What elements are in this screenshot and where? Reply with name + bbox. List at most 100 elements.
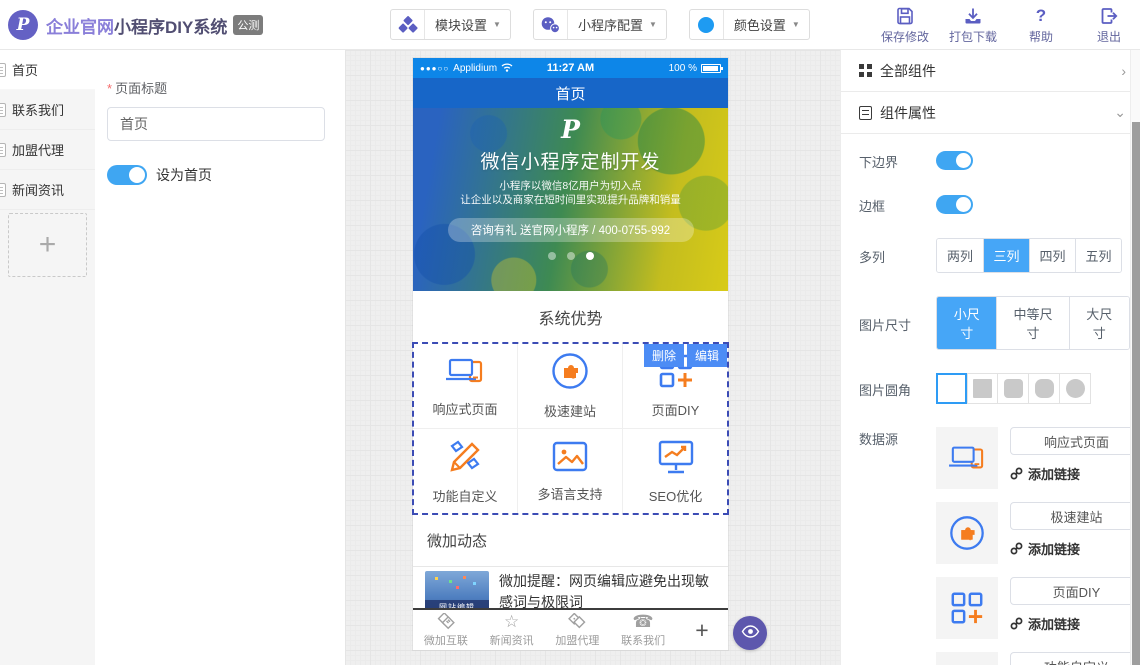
page-icon [0, 63, 6, 77]
size-option-small-selected[interactable]: 小尺寸 [937, 297, 996, 349]
page-title-label: *页面标题 [107, 78, 325, 97]
col-option-5[interactable]: 五列 [1075, 239, 1121, 272]
size-option-large[interactable]: 大尺寸 [1069, 297, 1129, 349]
page-diy-icon [936, 577, 998, 639]
carousel-dot[interactable] [567, 252, 575, 260]
banner-carousel[interactable]: P 微信小程序定制开发 小程序以微信8亿用户为切入点 让企业以及商家在短时间里实… [413, 108, 728, 291]
radius-option-circle[interactable] [1060, 373, 1091, 404]
add-link-button[interactable]: 添加链接 [1010, 614, 1140, 633]
multi-col-label: 多列 [859, 245, 936, 266]
news-item[interactable]: 网站编辑 微加提醒：网页编辑应避免出现敏感词与极限词 [413, 567, 728, 608]
carousel-dots [413, 252, 728, 260]
page-title-input[interactable] [107, 107, 325, 141]
img-radius-label: 图片圆角 [859, 378, 936, 399]
responsive-icon [936, 427, 998, 489]
datasource-item: 添加链接 [936, 427, 1140, 489]
phone-tabbar: 微加互联 ☆ 新闻资讯 加盟代理 ☎ 联系我们 + [413, 610, 728, 650]
carousel-dot[interactable] [548, 252, 556, 260]
inspector-panel: 全部组件 › 组件属性 ⌄ 下边界 边框 多列 两列 三列 四列 [840, 50, 1140, 665]
chevron-down-icon: ⌄ [1114, 104, 1126, 121]
tags-icon [567, 612, 587, 631]
download-label: 打包下载 [949, 28, 997, 45]
radius-option-0[interactable] [967, 373, 998, 404]
size-option-medium[interactable]: 中等尺寸 [996, 297, 1068, 349]
add-page-button[interactable]: + [8, 213, 87, 277]
save-icon [896, 6, 914, 26]
status-time: 11:27 AM [520, 62, 620, 74]
radius-option-square-selected[interactable] [936, 373, 967, 404]
page-icon [0, 143, 6, 157]
save-label: 保存修改 [881, 28, 929, 45]
toolbar: 模块设置 ▼ 小程序配置 ▼ 颜色设置 ▼ [390, 9, 810, 40]
phone-statusbar: ●●●○○ Applidium 11:27 AM 100 % [413, 58, 728, 78]
page-icon [0, 183, 6, 197]
miniprogram-config-label: 小程序配置 [568, 15, 649, 34]
sidebar-item-home[interactable]: 首页 [0, 50, 95, 90]
caret-down-icon: ▼ [792, 20, 809, 29]
tab-agency[interactable]: 加盟代理 [545, 612, 611, 648]
col-option-2[interactable]: 两列 [937, 239, 983, 272]
exit-button[interactable]: 退出 [1084, 6, 1134, 45]
preview-canvas: ●●●○○ Applidium 11:27 AM 100 % 首页 P 微信小 [345, 50, 840, 665]
banner-subtitle: 小程序以微信8亿用户为切入点 让企业以及商家在短时间里实现提升品牌和销量 [413, 179, 728, 207]
sidebar-item-label: 联系我们 [12, 100, 64, 119]
add-link-button[interactable]: 添加链接 [1010, 464, 1140, 483]
component-props-header[interactable]: 组件属性 ⌄ [841, 92, 1140, 134]
plus-icon: + [695, 617, 708, 644]
sidebar-item-agency[interactable]: 加盟代理 [0, 130, 95, 170]
color-settings-button[interactable]: 颜色设置 ▼ [689, 9, 810, 40]
col-option-4[interactable]: 四列 [1029, 239, 1075, 272]
tab-brand[interactable]: 微加互联 [413, 612, 479, 648]
help-label: 帮助 [1029, 28, 1053, 45]
help-button[interactable]: ? 帮助 [1016, 6, 1066, 45]
vertical-scrollbar[interactable] [1130, 50, 1140, 665]
page-icon [0, 103, 6, 117]
datasource-title-input[interactable] [1010, 577, 1140, 605]
component-selection-outline[interactable]: 删除 编辑 [412, 342, 729, 515]
radius-option-medium[interactable] [1029, 373, 1060, 404]
scrollbar-thumb[interactable] [1132, 122, 1140, 665]
add-link-button[interactable]: 添加链接 [1010, 539, 1140, 558]
tab-add-button[interactable]: + [676, 617, 728, 644]
datasource-label: 数据源 [859, 427, 936, 448]
img-size-label: 图片尺寸 [859, 313, 936, 334]
tab-contact[interactable]: ☎ 联系我们 [610, 612, 676, 648]
save-button[interactable]: 保存修改 [880, 6, 930, 45]
datasource-title-input[interactable] [1010, 502, 1140, 530]
col-option-3-selected[interactable]: 三列 [983, 239, 1029, 272]
multi-col-segmented: 两列 三列 四列 五列 [936, 238, 1122, 273]
news-section-title: 微加动态 [413, 514, 728, 567]
sidebar-item-contact[interactable]: 联系我们 [0, 90, 95, 130]
download-button[interactable]: 打包下载 [948, 6, 998, 45]
bottom-border-toggle[interactable] [936, 151, 973, 170]
app-logo-icon: P [8, 10, 38, 40]
datasource-title-input[interactable] [1010, 427, 1140, 455]
miniprogram-config-button[interactable]: 小程序配置 ▼ [533, 9, 667, 40]
beta-badge: 公测 [233, 15, 263, 35]
tab-news[interactable]: ☆ 新闻资讯 [479, 612, 545, 648]
sidebar-item-label: 加盟代理 [12, 140, 64, 159]
banner-logo-icon: P [413, 116, 728, 144]
news-thumbnail: 网站编辑 [425, 571, 489, 608]
brand-diamonds-icon [436, 612, 456, 631]
all-components-header[interactable]: 全部组件 › [841, 50, 1140, 92]
sidebar-item-news[interactable]: 新闻资讯 [0, 170, 95, 210]
pencil-icon [936, 652, 998, 665]
app-header: P 企业官网小程序DIY系统 公测 模块设置 ▼ 小程序配置 ▼ 颜色设置 ▼ [0, 0, 1140, 50]
component-props-label: 组件属性 [880, 103, 1114, 123]
datasource-title-input[interactable] [1010, 652, 1140, 665]
edit-component-button[interactable]: 编辑 [687, 344, 727, 367]
app-title: 企业官网小程序DIY系统 [46, 13, 227, 38]
carousel-dot-active[interactable] [586, 252, 594, 260]
module-settings-button[interactable]: 模块设置 ▼ [390, 9, 511, 40]
border-toggle[interactable] [936, 195, 973, 214]
advantages-section-title: 系统优势 [413, 291, 728, 343]
banner-cta-pill: 咨询有礼 送官网小程序 / 400-0755-992 [448, 218, 694, 242]
set-home-toggle[interactable] [107, 165, 147, 185]
preview-button[interactable] [733, 616, 767, 650]
radius-option-small[interactable] [998, 373, 1029, 404]
delete-component-button[interactable]: 删除 [644, 344, 684, 367]
datasource-list: 添加链接 添加链接 [936, 427, 1140, 665]
signal-dots-icon: ●●●○○ [420, 64, 449, 73]
sidebar-item-label: 新闻资讯 [12, 180, 64, 199]
